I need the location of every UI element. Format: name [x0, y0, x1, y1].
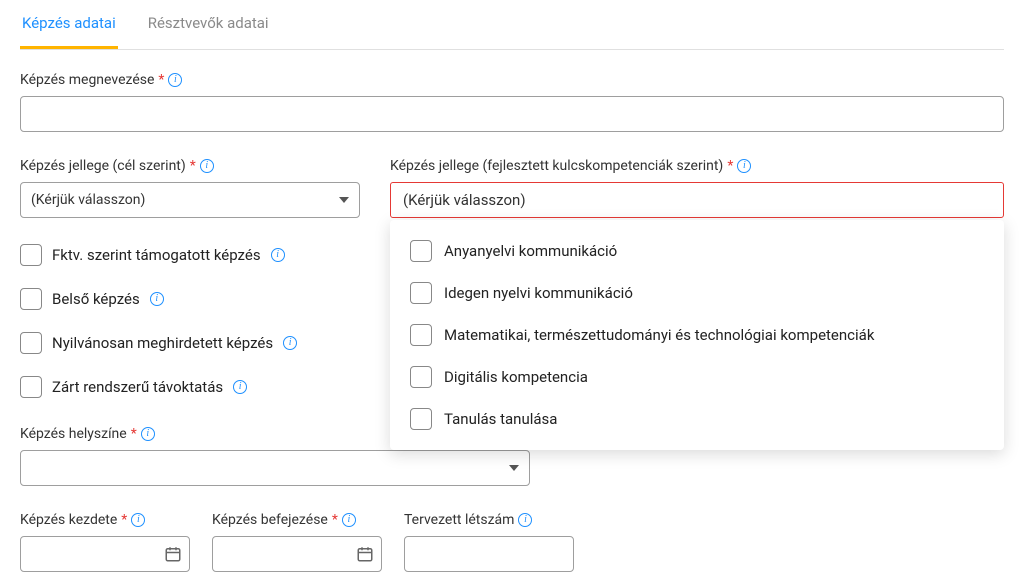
required-mark: * — [121, 512, 127, 528]
required-mark: * — [190, 158, 196, 174]
option-checkbox[interactable] — [410, 408, 432, 430]
option-checkbox[interactable] — [410, 324, 432, 346]
calendar-icon[interactable] — [356, 545, 374, 563]
info-icon[interactable]: i — [233, 380, 247, 394]
info-icon[interactable]: i — [283, 336, 297, 350]
competency-option[interactable]: Matematikai, természettudományi és techn… — [390, 314, 1004, 356]
competency-option[interactable]: Digitális kompetencia — [390, 356, 1004, 398]
option-checkbox[interactable] — [410, 240, 432, 262]
option-label: Anyanyelvi kommunikáció — [444, 242, 617, 260]
option-checkbox[interactable] — [410, 366, 432, 388]
checkbox-label-internal: Belső képzés — [52, 290, 140, 308]
option-label: Matematikai, természettudományi és techn… — [444, 326, 874, 344]
checkbox-closed-distance[interactable] — [20, 376, 42, 398]
info-icon[interactable]: i — [150, 292, 164, 306]
checkbox-publicly-announced[interactable] — [20, 332, 42, 354]
select-placeholder: (Kérjük válasszon) — [31, 192, 145, 208]
input-planned-headcount[interactable] — [404, 536, 574, 572]
competency-option[interactable]: Idegen nyelvi kommunikáció — [390, 272, 1004, 314]
required-mark: * — [131, 426, 137, 442]
select-placeholder: (Kérjük válasszon) — [403, 191, 526, 209]
info-icon[interactable]: i — [737, 159, 751, 173]
label-training-type-goal: Képzés jellege (cél szerint) — [20, 158, 186, 174]
chevron-down-icon — [509, 465, 519, 471]
option-checkbox[interactable] — [410, 282, 432, 304]
required-mark: * — [727, 158, 733, 174]
label-planned-headcount: Tervezett létszám — [404, 512, 514, 528]
required-mark: * — [158, 72, 164, 88]
competency-option[interactable]: Tanulás tanulása — [390, 398, 1004, 440]
info-icon[interactable]: i — [141, 427, 155, 441]
info-icon[interactable]: i — [200, 159, 214, 173]
checkbox-label-fktv: Fktv. szerint támogatott képzés — [52, 246, 261, 264]
competency-dropdown: Anyanyelvi kommunikáció Idegen nyelvi ko… — [390, 220, 1004, 450]
info-icon[interactable]: i — [131, 513, 145, 527]
input-training-name[interactable] — [20, 96, 1004, 132]
option-label: Digitális kompetencia — [444, 368, 588, 386]
label-training-location: Képzés helyszíne — [20, 426, 127, 442]
select-training-location[interactable] — [20, 450, 530, 486]
select-training-type-goal[interactable]: (Kérjük válasszon) — [20, 182, 360, 218]
tabs-bar: Képzés adatai Résztvevők adatai — [20, 0, 1004, 50]
tab-training-data[interactable]: Képzés adatai — [20, 14, 118, 49]
checkbox-fktv-supported[interactable] — [20, 244, 42, 266]
checkbox-label-public: Nyilvánosan meghirdetett képzés — [52, 334, 273, 352]
checkbox-internal-training[interactable] — [20, 288, 42, 310]
option-label: Idegen nyelvi kommunikáció — [444, 284, 633, 302]
label-training-start: Képzés kezdete — [20, 512, 117, 528]
tab-participants-data[interactable]: Résztvevők adatai — [146, 14, 271, 49]
checkbox-label-closed: Zárt rendszerű távoktatás — [52, 378, 223, 396]
field-training-name: Képzés megnevezése * i — [20, 72, 1004, 132]
select-training-type-competency[interactable]: (Kérjük válasszon) — [390, 182, 1004, 218]
info-icon[interactable]: i — [271, 248, 285, 262]
calendar-icon[interactable] — [164, 545, 182, 563]
label-training-end: Képzés befejezése — [212, 512, 328, 528]
required-mark: * — [332, 512, 338, 528]
label-training-name: Képzés megnevezése — [20, 72, 154, 88]
info-icon[interactable]: i — [342, 513, 356, 527]
chevron-down-icon — [339, 197, 349, 203]
label-training-type-competency: Képzés jellege (fejlesztett kulcskompete… — [390, 158, 723, 174]
competency-option[interactable]: Anyanyelvi kommunikáció — [390, 230, 1004, 272]
option-label: Tanulás tanulása — [444, 410, 557, 428]
info-icon[interactable]: i — [518, 513, 532, 527]
info-icon[interactable]: i — [168, 73, 182, 87]
